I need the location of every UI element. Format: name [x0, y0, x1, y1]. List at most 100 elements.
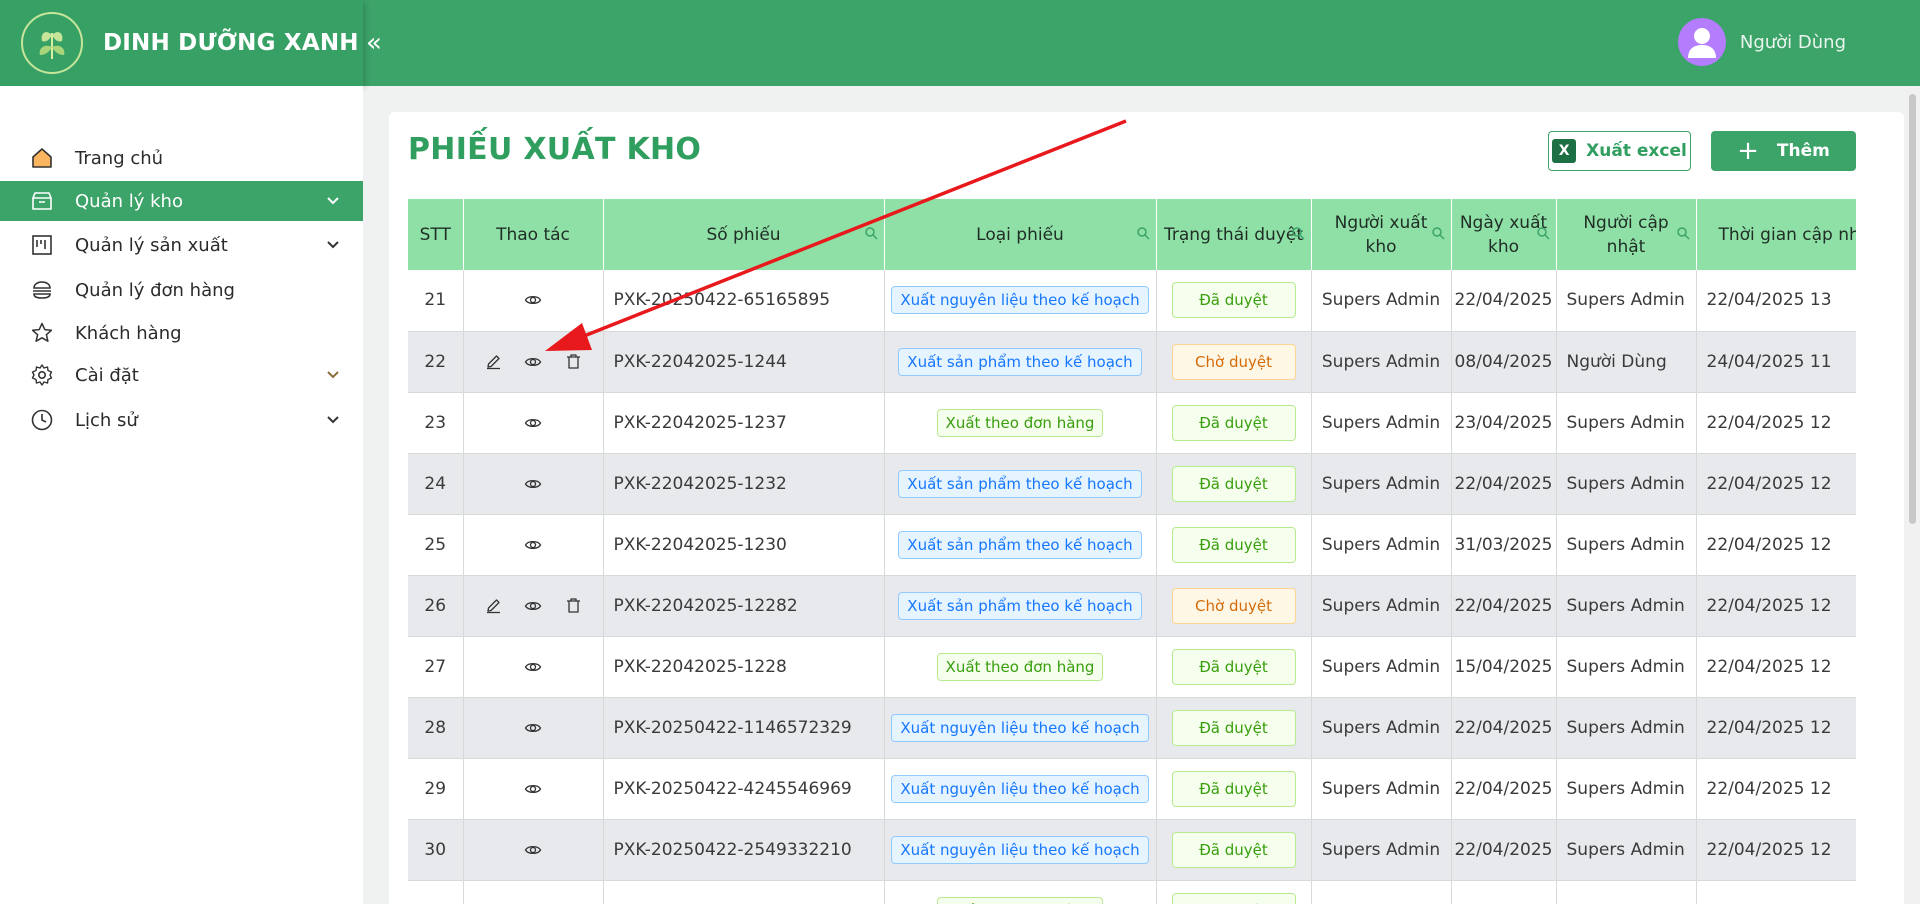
updater-cell: Supers Admin — [1556, 819, 1697, 881]
slip-type-cell: Xuất theo đơn hàng — [884, 880, 1157, 904]
updated-time-cell: 22/04/2025 12 — [1696, 392, 1856, 454]
updater-cell: Supers Admin — [1556, 636, 1697, 698]
exporter-cell: Supers Admin — [1311, 697, 1452, 759]
sidebar-item-warehouse[interactable]: Quản lý kho — [0, 181, 363, 221]
exporter-cell: Supers Admin — [1311, 392, 1452, 454]
eye-icon — [524, 475, 542, 493]
production-icon — [29, 232, 55, 258]
status-badge: Chờ duyệt — [1171, 587, 1296, 624]
slip-type-tag: Xuất nguyên liệu theo kế hoạch — [891, 713, 1149, 742]
exporter-cell: Supers Admin — [1311, 514, 1452, 576]
exporter-cell: Supers Admin — [1311, 819, 1452, 881]
view-button[interactable] — [524, 719, 542, 737]
page-scrollbar[interactable] — [1905, 86, 1920, 904]
sidebar: Trang chủ Quản lý kho Quản lý sản xuất Q… — [0, 86, 363, 904]
table-row[interactable]: 28 PXK-20250422-1146572329 Xuất nguyên liệ… — [408, 697, 1856, 759]
slip-code-cell: PXK-20250422-65165895 — [603, 270, 885, 332]
search-icon[interactable] — [1431, 226, 1445, 240]
export-date-cell: 22/04/2025 — [1451, 697, 1557, 759]
search-icon[interactable] — [1136, 226, 1150, 240]
view-button[interactable] — [524, 414, 542, 432]
avatar[interactable] — [1677, 18, 1726, 66]
sidebar-item-home[interactable]: Trang chủ — [0, 138, 363, 178]
view-button[interactable] — [524, 475, 542, 493]
table-row[interactable]: 30 PXK-20250422-2549332210 Xuất nguyên liệ… — [408, 819, 1856, 881]
actions-cell — [463, 575, 604, 637]
collapse-sidebar-button[interactable]: « — [363, 26, 385, 60]
actions-cell — [463, 331, 604, 393]
table-row[interactable]: 24 PXK-22042025-1232 Xuất sản phẩm theo kế… — [408, 453, 1856, 515]
view-button[interactable] — [524, 780, 542, 798]
table-container[interactable]: STT Thao tác Số phiếu Loại phiếu Trạng t… — [408, 199, 1856, 904]
exporter-cell: Supers Admin — [1311, 331, 1452, 393]
search-icon[interactable] — [1291, 226, 1305, 240]
table-row[interactable]: 29 PXK-20250422-4245546969 Xuất nguyên liệ… — [408, 758, 1856, 820]
column-header[interactable]: Số phiếu — [603, 199, 885, 270]
view-button[interactable] — [524, 658, 542, 676]
export-date-cell: 22/04/2025 — [1451, 453, 1557, 515]
sidebar-item-customers[interactable]: Khách hàng — [0, 313, 363, 353]
edit-button[interactable] — [484, 353, 502, 371]
updated-time-cell: 22/04/2025 12 — [1696, 819, 1856, 881]
stt-cell: 21 — [408, 270, 464, 332]
search-icon[interactable] — [1676, 226, 1690, 240]
search-icon[interactable] — [1536, 226, 1550, 240]
updated-time-cell: 22/04/2025 12 — [1696, 575, 1856, 637]
actions-cell — [463, 636, 604, 698]
slip-type-tag: Xuất sản phẩm theo kế hoạch — [898, 469, 1142, 498]
sidebar-item-orders[interactable]: Quản lý đơn hàng — [0, 270, 363, 310]
sidebar-item-production[interactable]: Quản lý sản xuất — [0, 225, 363, 265]
table-row[interactable]: 22 PXK-22042025-1244 Xuất sản phẩm theo kế… — [408, 331, 1856, 393]
sidebar-item-label: Quản lý kho — [75, 190, 183, 212]
history-icon — [29, 407, 55, 433]
edit-button[interactable] — [484, 597, 502, 615]
add-button[interactable]: + Thêm — [1711, 131, 1856, 171]
slip-type-tag: Xuất theo đơn hàng — [936, 408, 1104, 437]
view-button[interactable] — [524, 841, 542, 859]
export-date-cell: 31/03/2025 — [1451, 514, 1557, 576]
view-button[interactable] — [524, 536, 542, 554]
status-badge: Đã duyệt — [1171, 648, 1296, 685]
slip-type-cell: Xuất sản phẩm theo kế hoạch — [884, 453, 1157, 515]
user-name[interactable]: Người Dùng — [1740, 32, 1846, 53]
status-cell: Đã duyệt — [1156, 758, 1312, 820]
slip-type-tag: Xuất sản phẩm theo kế hoạch — [898, 530, 1142, 559]
column-header[interactable]: Người cập nhật — [1556, 199, 1697, 270]
sidebar-item-label: Quản lý sản xuất — [75, 234, 228, 256]
delete-button[interactable] — [564, 353, 582, 371]
warehouse-icon — [29, 188, 55, 214]
slip-code-cell: PXK-22042025-1228 — [603, 636, 885, 698]
status-badge: Đã duyệt — [1171, 709, 1296, 746]
table-row[interactable]: 23 PXK-22042025-1237 Xuất theo đơn hàng Đã … — [408, 392, 1856, 454]
slip-type-tag: Xuất nguyên liệu theo kế hoạch — [891, 835, 1149, 864]
view-button[interactable] — [524, 597, 542, 615]
table-row[interactable]: 25 PXK-22042025-1230 Xuất sản phẩm theo kế… — [408, 514, 1856, 576]
exporter-cell: Supers Admin — [1311, 270, 1452, 332]
table-row[interactable]: 27 PXK-22042025-1228 Xuất theo đơn hàng Đã … — [408, 636, 1856, 698]
search-icon[interactable] — [864, 226, 878, 240]
table-row[interactable]: Xuất theo đơn hàng Đã duyệt — [408, 880, 1856, 904]
slip-type-tag: Xuất nguyên liệu theo kế hoạch — [891, 774, 1149, 803]
brand-title: DINH DƯỠNG XANH — [103, 30, 359, 56]
delete-button[interactable] — [564, 597, 582, 615]
eye-icon — [524, 658, 542, 676]
export-excel-button[interactable]: X Xuất excel — [1548, 131, 1691, 171]
view-button[interactable] — [524, 291, 542, 309]
scrollbar-thumb[interactable] — [1909, 94, 1916, 524]
plus-icon: + — [1737, 136, 1759, 166]
table-row[interactable]: 26 PXK-22042025-12282 Xuất sản phẩm theo k… — [408, 575, 1856, 637]
eye-icon — [524, 291, 542, 309]
column-header[interactable]: Ngày xuất kho — [1451, 199, 1557, 270]
sidebar-item-settings[interactable]: Cài đặt — [0, 355, 363, 395]
slip-type-tag: Xuất sản phẩm theo kế hoạch — [898, 347, 1142, 376]
column-header[interactable]: Trạng thái duyệt — [1156, 199, 1312, 270]
table-row[interactable]: 21 PXK-20250422-65165895 Xuất nguyên liệu … — [408, 270, 1856, 332]
column-header: STT — [408, 199, 464, 270]
column-header[interactable]: Người xuất kho — [1311, 199, 1452, 270]
column-header[interactable]: Loại phiếu — [884, 199, 1157, 270]
chevron-down-icon — [327, 371, 339, 379]
user-menu[interactable]: Người Dùng — [1677, 18, 1846, 66]
sidebar-item-history[interactable]: Lịch sử — [0, 400, 363, 440]
view-button[interactable] — [524, 353, 542, 371]
updated-time-cell: 22/04/2025 12 — [1696, 514, 1856, 576]
